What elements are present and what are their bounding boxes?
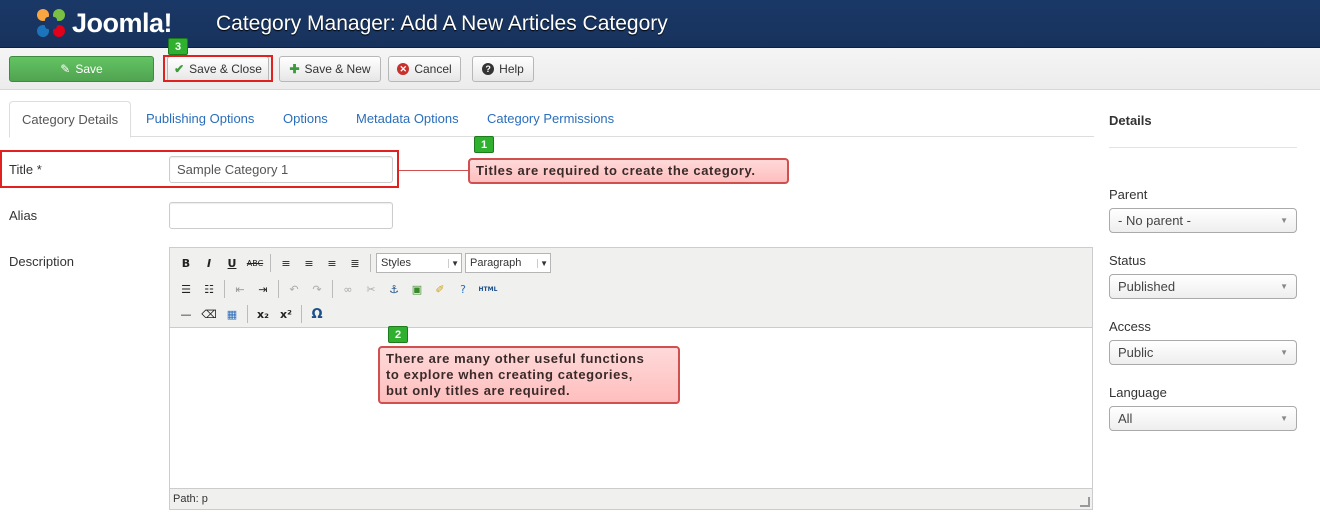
cancel-button[interactable]: ✕ Cancel (388, 56, 461, 82)
image-icon[interactable]: ▣ (407, 279, 427, 299)
editor-toolbar: B I U ABC ≡ ≡ ≡ ≣ Styles ▼ Paragraph ▼ ☰… (170, 248, 1092, 328)
alias-input[interactable] (169, 202, 393, 229)
special-character-icon[interactable]: Ω (307, 304, 327, 324)
logo-text: Joomla! (72, 7, 173, 38)
callout-title-required: Titles are required to create the catego… (468, 158, 789, 184)
chevron-down-icon: ▼ (1280, 414, 1288, 423)
tab-category-permissions[interactable]: Category Permissions (475, 101, 626, 137)
html-source-icon[interactable]: HTML (476, 279, 500, 299)
callout-2-line-1: There are many other useful functions (386, 351, 645, 366)
table-icon[interactable]: ▦ (222, 304, 242, 324)
joomla-logo[interactable]: Joomla! (34, 6, 173, 40)
callout-2-line-2: to explore when creating categories, (386, 367, 633, 382)
align-justify-icon[interactable]: ≣ (345, 253, 365, 273)
chevron-down-icon: ▼ (448, 258, 459, 268)
resize-handle-icon[interactable] (1080, 497, 1090, 507)
annotation-badge-3: 3 (168, 38, 188, 55)
save-button-label: Save (75, 62, 103, 76)
styles-select-value: Styles (381, 257, 411, 269)
eraser-icon[interactable]: ⌫ (199, 304, 219, 324)
unlink-icon[interactable]: ✂ (361, 279, 381, 299)
save-new-button-label: Save & New (304, 62, 371, 76)
alias-label: Alias (9, 208, 38, 223)
tab-publishing-options[interactable]: Publishing Options (134, 101, 266, 137)
outdent-icon[interactable]: ⇤ (230, 279, 250, 299)
editor-toolbar-row-2: ☰ ☷ ⇤ ⇥ ↶ ↷ ∞ ✂ ⚓ ▣ ✐ ? HTML (176, 278, 500, 300)
chevron-down-icon: ▼ (1280, 216, 1288, 225)
cancel-icon: ✕ (397, 63, 410, 75)
save-button[interactable]: ✎ Save (9, 56, 154, 82)
title-row-highlight (0, 150, 399, 188)
access-label: Access (1109, 319, 1151, 334)
help-button[interactable]: ? Help (472, 56, 534, 82)
cleanup-icon[interactable]: ✐ (430, 279, 450, 299)
styles-select[interactable]: Styles ▼ (376, 253, 462, 273)
editor-status-bar: Path: p (170, 488, 1092, 509)
anchor-icon[interactable]: ⚓ (384, 279, 404, 299)
language-label: Language (1109, 385, 1167, 400)
format-select-value: Paragraph (470, 257, 522, 269)
edit-icon: ✎ (60, 62, 71, 76)
chevron-down-icon: ▼ (537, 258, 548, 268)
cancel-button-label: Cancel (414, 62, 452, 76)
indent-icon[interactable]: ⇥ (253, 279, 273, 299)
underline-icon[interactable]: U (222, 253, 242, 273)
save-close-highlight (163, 55, 273, 82)
question-icon: ? (482, 63, 495, 75)
align-left-icon[interactable]: ≡ (276, 253, 296, 273)
numbered-list-icon[interactable]: ☷ (199, 279, 219, 299)
undo-icon[interactable]: ↶ (284, 279, 304, 299)
callout-1-connector (399, 170, 469, 171)
status-select[interactable]: Published ▼ (1109, 274, 1297, 299)
callout-other-functions: There are many other useful functions to… (378, 346, 680, 404)
chevron-down-icon: ▼ (1280, 282, 1288, 291)
details-divider (1109, 147, 1297, 148)
subscript-icon[interactable]: x₂ (253, 304, 273, 324)
page-title: Category Manager: Add A New Articles Cat… (216, 12, 668, 35)
redo-icon[interactable]: ↷ (307, 279, 327, 299)
help-icon[interactable]: ? (453, 279, 473, 299)
access-select-value: Public (1118, 345, 1154, 360)
chevron-down-icon: ▼ (1280, 348, 1288, 357)
status-select-value: Published (1118, 279, 1176, 294)
language-select-value: All (1118, 411, 1133, 426)
access-select[interactable]: Public ▼ (1109, 340, 1297, 365)
help-button-label: Help (499, 62, 524, 76)
superscript-icon[interactable]: x² (276, 304, 296, 324)
tab-bar: Category Details Publishing Options Opti… (9, 101, 1094, 138)
bold-icon[interactable]: B (176, 253, 196, 273)
language-select[interactable]: All ▼ (1109, 406, 1297, 431)
align-center-icon[interactable]: ≡ (299, 253, 319, 273)
align-right-icon[interactable]: ≡ (322, 253, 342, 273)
status-label: Status (1109, 253, 1146, 268)
app-header: Joomla! Category Manager: Add A New Arti… (0, 0, 1320, 48)
callout-2-line-3: but only titles are required. (386, 383, 571, 398)
parent-select[interactable]: - No parent - ▼ (1109, 208, 1297, 233)
link-icon[interactable]: ∞ (338, 279, 358, 299)
tab-options[interactable]: Options (271, 101, 340, 137)
editor-toolbar-row-1: B I U ABC ≡ ≡ ≡ ≣ Styles ▼ Paragraph ▼ (176, 252, 551, 274)
annotation-badge-1: 1 (474, 136, 494, 153)
editor-path: Path: p (173, 493, 208, 505)
joomla-logo-icon (34, 6, 68, 40)
details-title: Details (1109, 113, 1152, 128)
italic-icon[interactable]: I (199, 253, 219, 273)
tab-category-details[interactable]: Category Details (9, 101, 132, 138)
format-select[interactable]: Paragraph ▼ (465, 253, 551, 273)
strikethrough-icon[interactable]: ABC (245, 253, 265, 273)
parent-label: Parent (1109, 187, 1148, 202)
parent-select-value: - No parent - (1118, 213, 1191, 228)
save-new-button[interactable]: ✚ Save & New (279, 56, 381, 82)
horizontal-rule-icon[interactable]: — (176, 304, 196, 324)
annotation-badge-2: 2 (388, 326, 408, 343)
plus-icon: ✚ (289, 62, 300, 76)
description-label: Description (9, 254, 75, 269)
editor-toolbar-row-3: — ⌫ ▦ x₂ x² Ω (176, 303, 327, 325)
tab-metadata-options[interactable]: Metadata Options (344, 101, 471, 137)
bullet-list-icon[interactable]: ☰ (176, 279, 196, 299)
